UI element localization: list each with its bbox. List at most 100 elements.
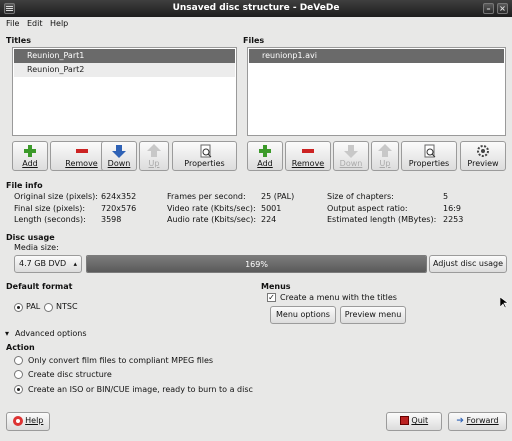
final-size-label: Final size (pixels):: [14, 204, 86, 213]
adjust-disc-usage-button[interactable]: Adjust disc usage: [429, 255, 507, 273]
menu-edit[interactable]: Edit: [27, 19, 43, 28]
menu-file[interactable]: File: [6, 19, 19, 28]
disc-usage-header: Disc usage: [6, 233, 55, 242]
files-properties-label: Properties: [408, 159, 450, 168]
media-size-select[interactable]: 4.7 GB DVD ▴: [14, 255, 82, 273]
add-icon: [13, 144, 47, 158]
est-length-value: 2253: [443, 215, 464, 224]
minimize-icon[interactable]: –: [483, 3, 494, 14]
close-icon[interactable]: ×: [497, 3, 508, 14]
titles-up-button[interactable]: Up: [139, 141, 169, 171]
video-rate-label: Video rate (Kbits/sec):: [167, 204, 256, 213]
combo-arrows-icon: ▴: [73, 260, 77, 268]
titles-list[interactable]: Reunion_Part1 Reunion_Part2: [12, 47, 237, 136]
menubar: File Edit Help: [0, 17, 512, 32]
quit-icon: [399, 416, 409, 425]
arrow-up-icon: [372, 144, 398, 158]
audio-rate-value: 224: [261, 215, 277, 224]
action-header: Action: [6, 343, 35, 352]
action-label-iso: Create an ISO or BIN/CUE image, ready to…: [28, 385, 253, 394]
files-preview-button[interactable]: Preview: [460, 141, 506, 171]
ntsc-label: NTSC: [56, 302, 78, 311]
help-button[interactable]: Help: [6, 412, 50, 431]
titles-add-label: Add: [22, 159, 38, 168]
files-add-label: Add: [257, 159, 273, 168]
arrow-down-icon: [102, 144, 136, 158]
menus-header: Menus: [261, 282, 291, 291]
final-size-value: 720x576: [101, 204, 137, 213]
files-down-label: Down: [339, 159, 363, 168]
preview-gear-icon: [461, 144, 505, 158]
arrow-up-icon: [140, 144, 168, 158]
mouse-cursor-icon: [500, 297, 508, 309]
window-titlebar: Unsaved disc structure - DeVeDe – ×: [0, 0, 512, 17]
pal-label: PAL: [26, 302, 41, 311]
help-label: Help: [25, 416, 44, 425]
length-value: 3598: [101, 215, 122, 224]
title-item[interactable]: Reunion_Part1: [14, 49, 235, 63]
properties-icon: [402, 144, 456, 158]
action-radio-structure[interactable]: [14, 370, 23, 379]
forward-arrow-icon: ➔: [456, 416, 464, 426]
forward-label: Forward: [466, 416, 499, 425]
chapters-label: Size of chapters:: [327, 192, 394, 201]
arrow-down-icon: [334, 144, 368, 158]
menu-options-button[interactable]: Menu options: [270, 306, 336, 324]
forward-button[interactable]: ➔ Forward: [448, 412, 507, 431]
quit-button[interactable]: Quit: [386, 412, 442, 431]
remove-icon: [286, 144, 330, 158]
fps-label: Frames per second:: [167, 192, 246, 201]
original-size-label: Original size (pixels):: [14, 192, 98, 201]
file-info-header: File info: [6, 181, 43, 190]
video-rate-value: 5001: [261, 204, 282, 213]
titles-add-button[interactable]: Add: [12, 141, 48, 171]
action-label-convert: Only convert film files to compliant MPE…: [28, 356, 214, 365]
files-up-label: Up: [379, 159, 391, 168]
fps-value: 25 (PAL): [261, 192, 295, 201]
quit-label: Quit: [411, 416, 429, 425]
ntsc-radio[interactable]: [44, 303, 53, 312]
files-down-button[interactable]: Down: [333, 141, 369, 171]
est-length-label: Estimated length (MBytes):: [327, 215, 437, 224]
disc-usage-bar: 169%: [86, 255, 427, 273]
titles-up-label: Up: [148, 159, 160, 168]
titles-properties-button[interactable]: Properties: [172, 141, 237, 171]
length-label: Length (seconds):: [14, 215, 86, 224]
aspect-value: 16:9: [443, 204, 461, 213]
files-header: Files: [243, 36, 265, 45]
menu-help[interactable]: Help: [50, 19, 68, 28]
files-preview-label: Preview: [467, 159, 499, 168]
files-list[interactable]: reunionp1.avi: [247, 47, 506, 136]
action-label-structure: Create disc structure: [28, 370, 112, 379]
pal-radio[interactable]: [14, 303, 23, 312]
audio-rate-label: Audio rate (Kbits/sec):: [167, 215, 257, 224]
aspect-label: Output aspect ratio:: [327, 204, 408, 213]
original-size-value: 624x352: [101, 192, 137, 201]
file-item[interactable]: reunionp1.avi: [249, 49, 504, 63]
files-up-button[interactable]: Up: [371, 141, 399, 171]
preview-menu-button[interactable]: Preview menu: [340, 306, 406, 324]
titles-down-button[interactable]: Down: [101, 141, 137, 171]
disc-usage-text: 169%: [245, 260, 268, 269]
action-radio-convert[interactable]: [14, 356, 23, 365]
titles-header: Titles: [6, 36, 31, 45]
titles-down-label: Down: [107, 159, 131, 168]
files-properties-button[interactable]: Properties: [401, 141, 457, 171]
create-menu-checkbox[interactable]: ✓: [267, 293, 276, 302]
title-item[interactable]: Reunion_Part2: [14, 63, 235, 77]
files-add-button[interactable]: Add: [247, 141, 283, 171]
create-menu-label: Create a menu with the titles: [280, 293, 397, 302]
add-icon: [248, 144, 282, 158]
action-radio-iso[interactable]: [14, 385, 23, 394]
help-lifebuoy-icon: [12, 415, 23, 426]
default-format-header: Default format: [6, 282, 73, 291]
window-title: Unsaved disc structure - DeVeDe: [172, 3, 340, 13]
properties-icon: [173, 144, 236, 158]
files-remove-button[interactable]: Remove: [285, 141, 331, 171]
advanced-options-expander[interactable]: Advanced options: [15, 329, 87, 338]
media-size-value: 4.7 GB DVD: [19, 259, 67, 268]
expander-arrow-icon[interactable]: ▾: [5, 329, 9, 338]
files-remove-label: Remove: [291, 159, 325, 168]
chapters-value: 5: [443, 192, 449, 201]
titles-properties-label: Properties: [184, 159, 225, 168]
